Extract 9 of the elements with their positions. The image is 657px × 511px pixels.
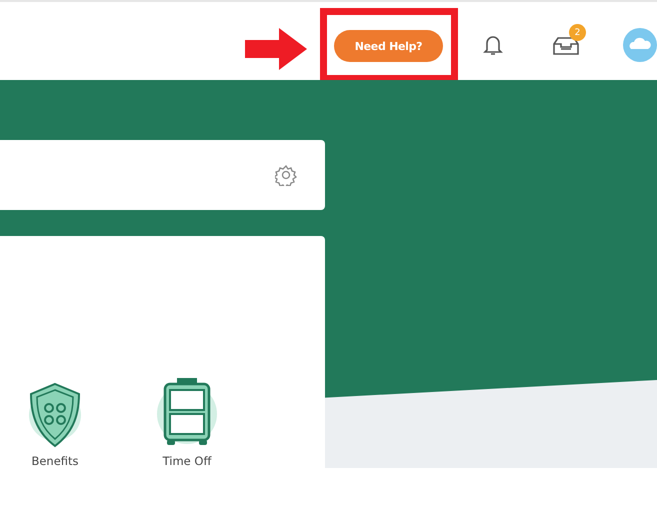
settings-icon[interactable] [275, 164, 297, 186]
suitcase-icon [155, 376, 219, 448]
notification-badge: 2 [569, 24, 586, 41]
tile-label[interactable]: Time Off [162, 454, 212, 468]
bell-icon[interactable] [483, 33, 503, 57]
inbox-icon[interactable] [552, 36, 580, 56]
arrow-icon [245, 28, 307, 70]
shield-icon [27, 382, 83, 448]
tile-label[interactable]: Benefits [31, 454, 79, 468]
